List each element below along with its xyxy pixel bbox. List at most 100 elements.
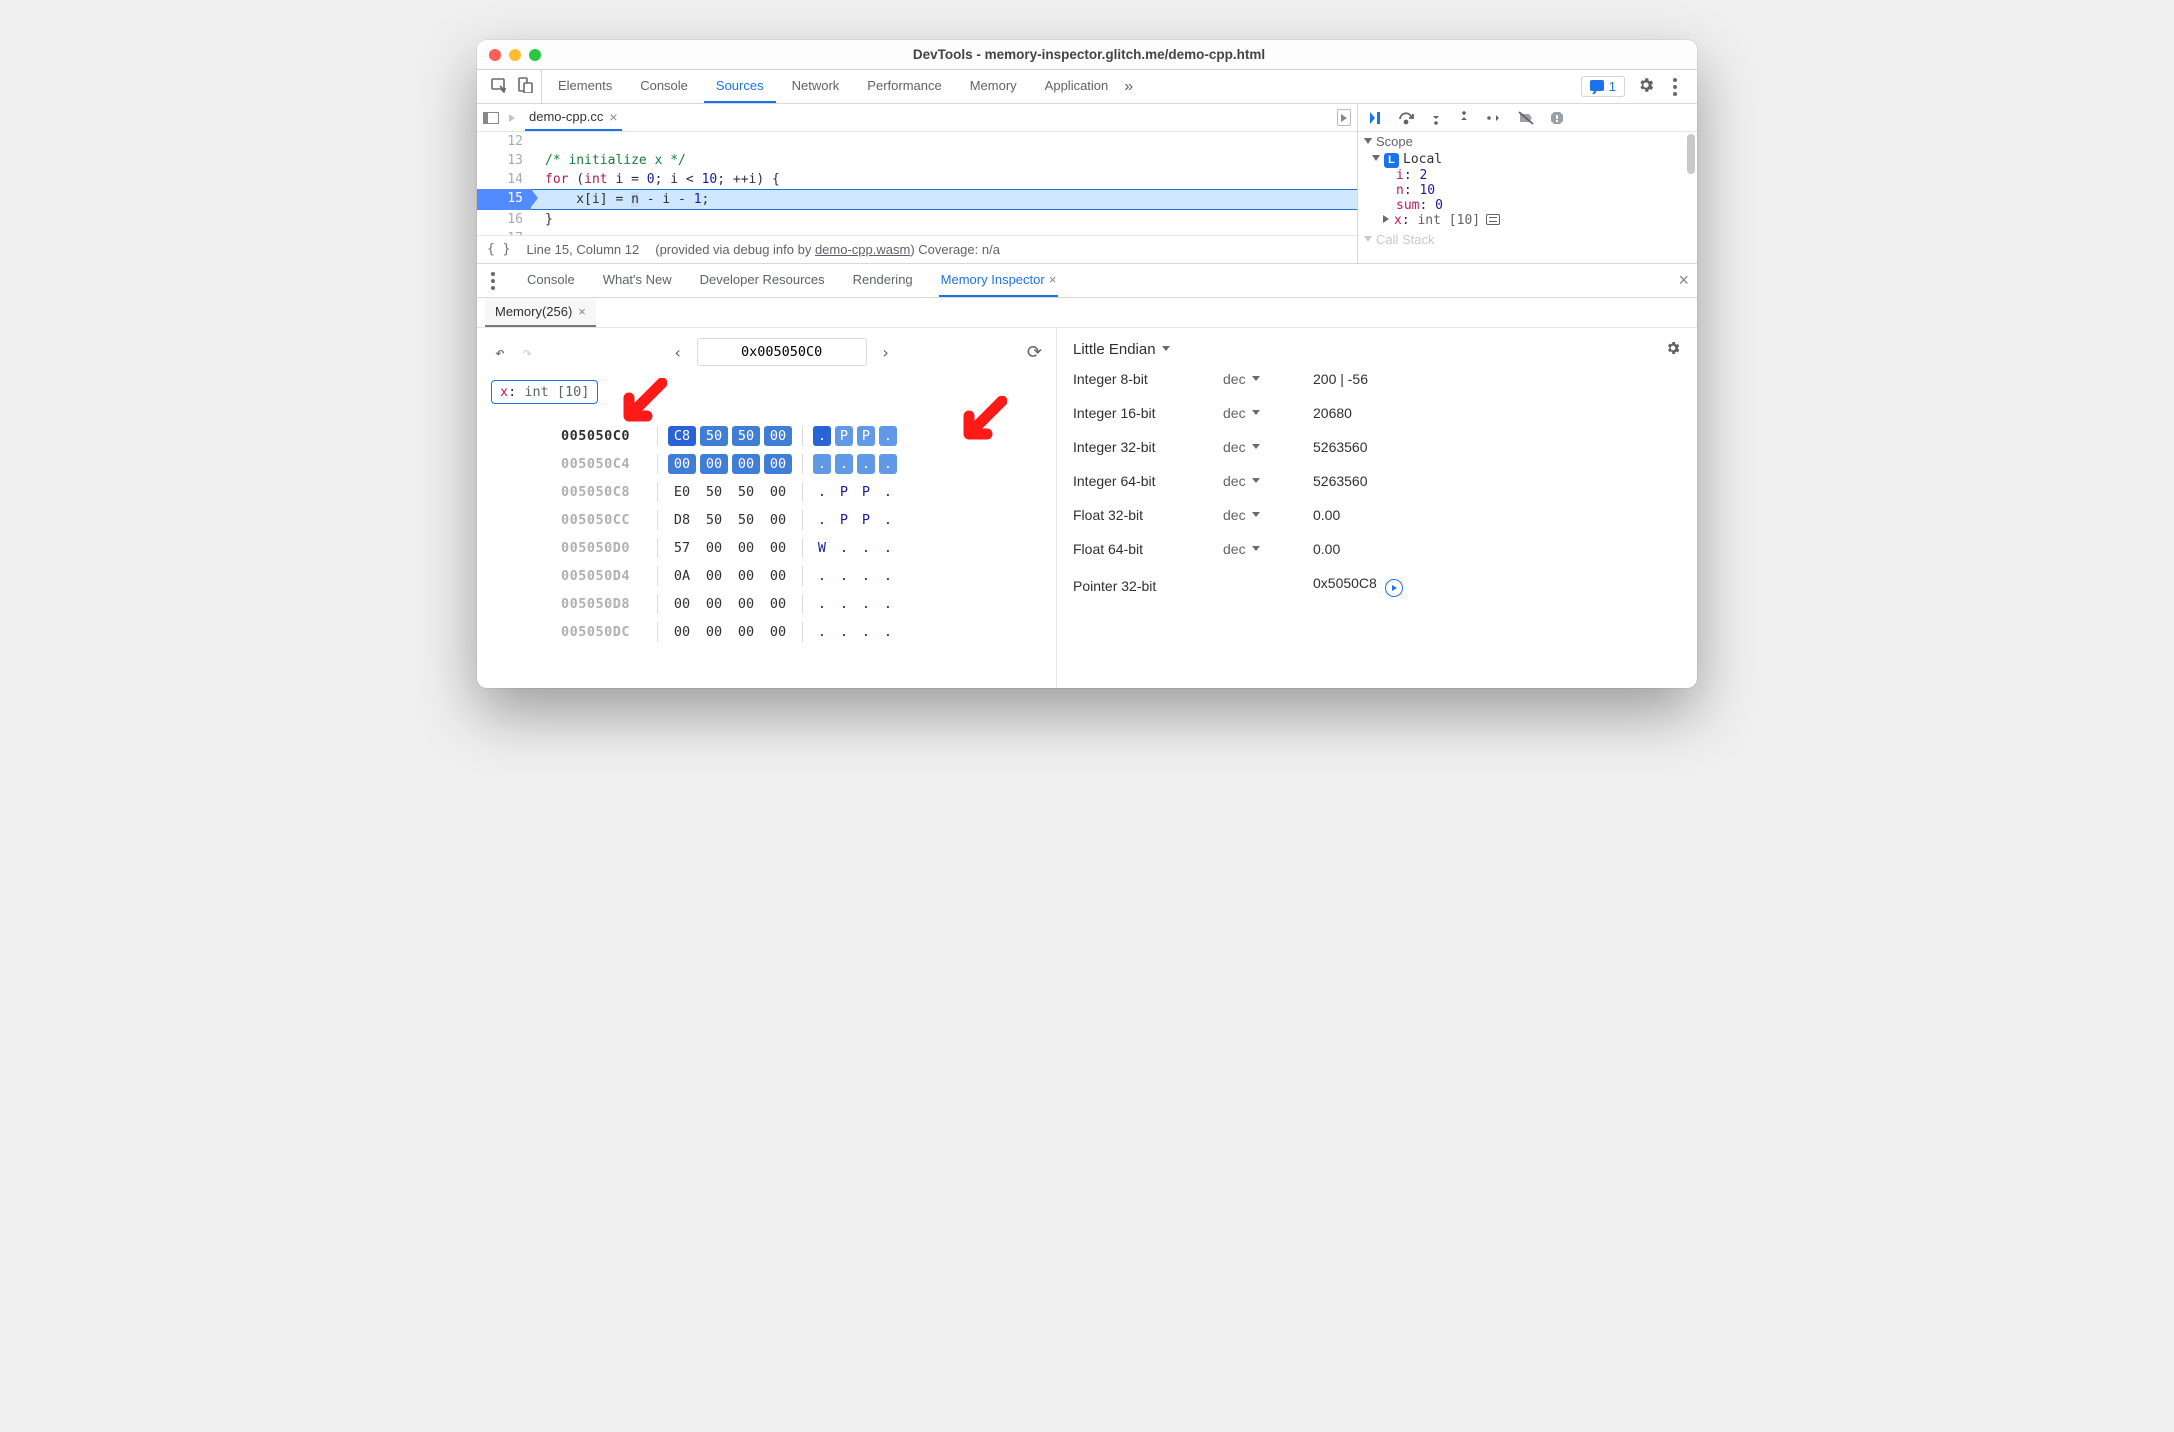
tab-elements[interactable]: Elements xyxy=(546,70,624,103)
tab-network[interactable]: Network xyxy=(780,70,852,103)
ascii-byte[interactable]: . xyxy=(879,454,897,474)
hex-byte[interactable]: C8 xyxy=(668,426,696,446)
hex-byte[interactable]: 00 xyxy=(700,594,728,614)
ascii-byte[interactable]: . xyxy=(835,538,853,558)
hex-byte[interactable]: 57 xyxy=(668,538,696,558)
tab-memory[interactable]: Memory xyxy=(958,70,1029,103)
hex-byte[interactable]: 50 xyxy=(732,482,760,502)
file-tab-demo-cpp[interactable]: demo-cpp.cc × xyxy=(525,104,622,131)
ascii-byte[interactable]: . xyxy=(879,566,897,586)
hex-byte[interactable]: 00 xyxy=(700,622,728,642)
jump-to-address-icon[interactable] xyxy=(1385,579,1403,597)
drawer-tab-memory-inspector[interactable]: Memory Inspector× xyxy=(939,264,1059,297)
ascii-byte[interactable]: . xyxy=(879,510,897,530)
ascii-byte[interactable]: . xyxy=(857,566,875,586)
hex-byte[interactable]: 00 xyxy=(732,566,760,586)
inspect-element-icon[interactable] xyxy=(491,77,507,96)
drawer-tab-rendering[interactable]: Rendering xyxy=(851,264,915,297)
ascii-byte[interactable]: . xyxy=(835,454,853,474)
ascii-byte[interactable]: . xyxy=(813,622,831,642)
ascii-byte[interactable]: . xyxy=(879,538,897,558)
hex-byte[interactable]: 50 xyxy=(700,482,728,502)
hex-row[interactable]: 005050C400000000.... xyxy=(561,454,1042,474)
close-window-icon[interactable] xyxy=(489,49,501,61)
device-toolbar-icon[interactable] xyxy=(517,77,533,96)
ascii-byte[interactable]: W xyxy=(813,538,831,558)
line-number[interactable]: 13 xyxy=(477,151,531,170)
more-tabs-icon[interactable]: » xyxy=(1124,78,1133,96)
type-format-select[interactable]: dec xyxy=(1223,439,1313,455)
line-number[interactable]: 14 xyxy=(477,170,531,189)
ascii-byte[interactable]: P xyxy=(857,426,875,446)
ascii-byte[interactable]: . xyxy=(857,622,875,642)
ascii-byte[interactable]: . xyxy=(835,566,853,586)
refresh-icon[interactable]: ⟳ xyxy=(1027,342,1042,363)
scope-header[interactable]: Scope xyxy=(1376,134,1413,149)
hex-byte[interactable]: 50 xyxy=(732,426,760,446)
hex-byte[interactable]: 0A xyxy=(668,566,696,586)
hex-byte[interactable]: 00 xyxy=(764,426,792,446)
ascii-byte[interactable]: . xyxy=(879,426,897,446)
minimize-window-icon[interactable] xyxy=(509,49,521,61)
scrollbar[interactable] xyxy=(1687,134,1695,174)
hex-byte[interactable]: 00 xyxy=(700,566,728,586)
hex-byte[interactable]: 00 xyxy=(764,482,792,502)
hex-byte[interactable]: 00 xyxy=(668,622,696,642)
step-out-icon[interactable] xyxy=(1458,111,1470,125)
more-options-icon[interactable] xyxy=(1667,78,1683,96)
settings-icon[interactable] xyxy=(1637,76,1655,97)
tab-console[interactable]: Console xyxy=(628,70,700,103)
hex-row[interactable]: 005050D40A000000.... xyxy=(561,566,1042,586)
ascii-byte[interactable]: P xyxy=(835,482,853,502)
hex-byte[interactable]: 50 xyxy=(700,426,728,446)
drawer-tab-whatsnew[interactable]: What's New xyxy=(601,264,674,297)
address-input[interactable] xyxy=(697,338,867,366)
hex-row[interactable]: 005050DC00000000.... xyxy=(561,622,1042,642)
hex-byte[interactable]: 00 xyxy=(764,454,792,474)
hex-byte[interactable]: 00 xyxy=(764,538,792,558)
close-file-icon[interactable]: × xyxy=(609,109,617,125)
navigator-toggle-icon[interactable] xyxy=(483,112,499,124)
callstack-header[interactable]: Call Stack xyxy=(1376,232,1435,247)
line-number[interactable]: 16 xyxy=(477,210,531,229)
hex-byte[interactable]: 00 xyxy=(668,454,696,474)
type-format-select[interactable]: dec xyxy=(1223,507,1313,523)
hex-byte[interactable]: 00 xyxy=(732,454,760,474)
resume-icon[interactable] xyxy=(1368,111,1382,125)
hex-byte[interactable]: 00 xyxy=(764,510,792,530)
ascii-byte[interactable]: . xyxy=(813,566,831,586)
ascii-byte[interactable]: . xyxy=(813,510,831,530)
hex-row[interactable]: 005050D800000000.... xyxy=(561,594,1042,614)
prev-page-icon[interactable]: ‹ xyxy=(669,343,687,362)
hex-row[interactable]: 005050D057000000W... xyxy=(561,538,1042,558)
line-number[interactable]: 12 xyxy=(477,132,531,151)
step-over-icon[interactable] xyxy=(1398,111,1414,125)
ascii-byte[interactable]: P xyxy=(857,482,875,502)
pretty-print-icon[interactable]: { } xyxy=(487,242,510,257)
hex-byte[interactable]: E0 xyxy=(668,482,696,502)
pause-on-exceptions-icon[interactable] xyxy=(1550,111,1564,125)
scope-local[interactable]: Local xyxy=(1403,152,1442,167)
drawer-more-icon[interactable] xyxy=(485,272,501,290)
ascii-byte[interactable]: . xyxy=(813,482,831,502)
type-format-select[interactable]: dec xyxy=(1223,473,1313,489)
value-settings-icon[interactable] xyxy=(1665,340,1681,359)
object-chip[interactable]: x: int [10] xyxy=(491,380,598,404)
hex-byte[interactable]: 00 xyxy=(764,622,792,642)
memory-subtab[interactable]: Memory(256)× xyxy=(485,298,596,327)
tab-performance[interactable]: Performance xyxy=(855,70,953,103)
drawer-tab-console[interactable]: Console xyxy=(525,264,577,297)
hex-byte[interactable]: D8 xyxy=(668,510,696,530)
run-snippet-icon[interactable] xyxy=(1337,109,1351,126)
undo-icon[interactable]: ↶ xyxy=(491,343,509,362)
snippets-icon[interactable] xyxy=(509,114,515,122)
ascii-byte[interactable]: . xyxy=(813,426,831,446)
type-format-select[interactable]: dec xyxy=(1223,405,1313,421)
hex-byte[interactable]: 00 xyxy=(732,622,760,642)
ascii-byte[interactable]: P xyxy=(835,510,853,530)
tab-application[interactable]: Application xyxy=(1033,70,1121,103)
ascii-byte[interactable]: . xyxy=(857,594,875,614)
drawer-tab-devresources[interactable]: Developer Resources xyxy=(698,264,827,297)
hex-byte[interactable]: 00 xyxy=(700,538,728,558)
deactivate-breakpoints-icon[interactable] xyxy=(1518,111,1534,125)
